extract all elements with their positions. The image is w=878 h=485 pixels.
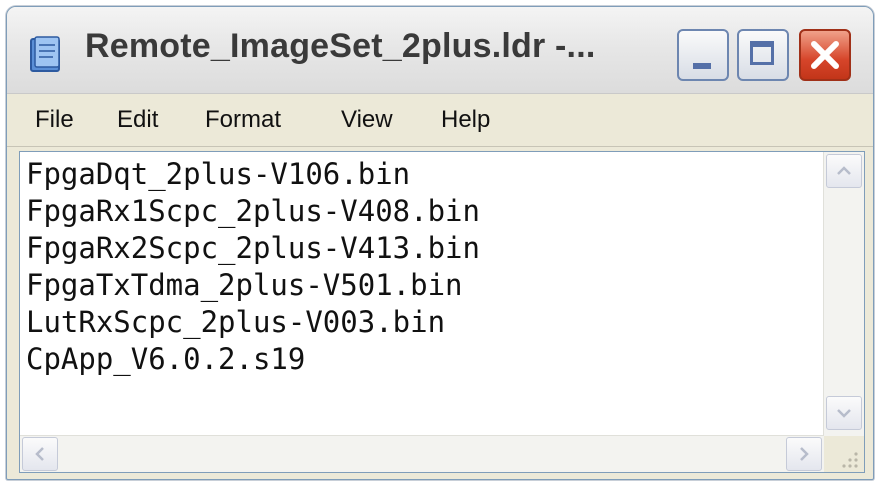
menu-help[interactable]: Help (441, 106, 490, 134)
vertical-scrollbar[interactable] (823, 152, 864, 436)
scroll-down-button[interactable] (826, 396, 862, 430)
text-editor: FpgaDqt_2plus-V106.bin FpgaRx1Scpc_2plus-… (19, 151, 865, 473)
menu-view[interactable]: View (341, 106, 393, 134)
maximize-icon (750, 41, 774, 65)
menu-edit[interactable]: Edit (117, 106, 158, 134)
minimize-icon (693, 63, 711, 69)
text-line: FpgaDqt_2plus-V106.bin (26, 157, 411, 191)
menu-format[interactable]: Format (205, 106, 281, 134)
window-title: Remote_ImageSet_2plus.ldr -... (85, 27, 596, 65)
text-line: FpgaRx2Scpc_2plus-V413.bin (26, 231, 480, 265)
notepad-window: Remote_ImageSet_2plus.ldr -... File Edit… (6, 6, 874, 480)
text-line: FpgaRx1Scpc_2plus-V408.bin (26, 194, 480, 228)
scroll-right-button[interactable] (786, 437, 822, 471)
minimize-button[interactable] (677, 29, 729, 81)
arrow-up-icon (837, 166, 851, 175)
maximize-button[interactable] (737, 29, 789, 81)
text-line: CpApp_V6.0.2.s19 (26, 342, 306, 376)
close-icon (801, 31, 849, 79)
close-button[interactable] (799, 29, 851, 81)
text-line: FpgaTxTdma_2plus-V501.bin (26, 268, 463, 302)
menu-bar: File Edit Format View Help (7, 94, 873, 147)
arrow-down-icon (837, 409, 851, 418)
resize-grip[interactable] (824, 436, 864, 472)
text-line: LutRxScpc_2plus-V003.bin (26, 305, 446, 339)
notepad-icon (27, 33, 67, 75)
arrow-left-icon (35, 447, 44, 461)
arrow-right-icon (800, 447, 809, 461)
scroll-left-button[interactable] (22, 437, 58, 471)
resize-grip-icon (842, 452, 858, 468)
title-bar[interactable]: Remote_ImageSet_2plus.ldr -... (7, 7, 873, 94)
text-area[interactable]: FpgaDqt_2plus-V106.bin FpgaRx1Scpc_2plus-… (20, 152, 824, 428)
menu-file[interactable]: File (35, 106, 74, 134)
horizontal-scrollbar[interactable] (20, 435, 824, 472)
scroll-up-button[interactable] (826, 154, 862, 188)
